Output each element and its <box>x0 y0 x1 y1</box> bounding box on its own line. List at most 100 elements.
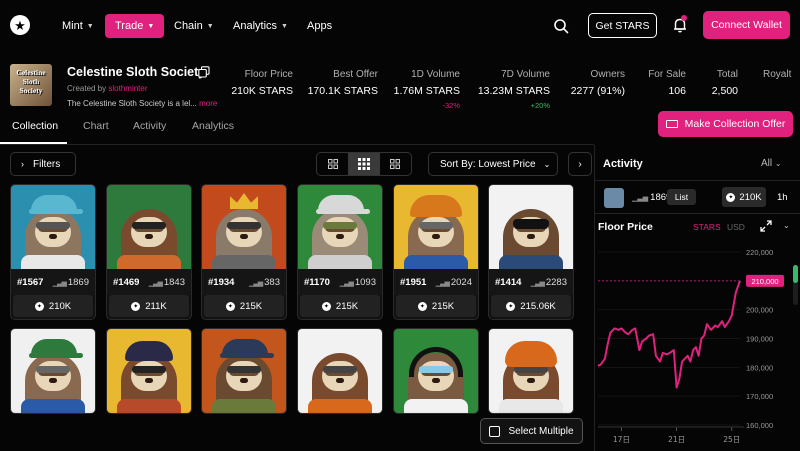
view-large-grid-button[interactable] <box>380 153 411 175</box>
y-tick-label: 200,000 <box>746 306 773 315</box>
sunglasses <box>36 222 70 229</box>
currency-stars-toggle[interactable]: STARS <box>693 222 721 232</box>
sloth-nose <box>145 378 153 383</box>
chevron-right-icon: › <box>21 159 24 169</box>
get-stars-button[interactable]: Get STARS <box>588 13 657 38</box>
nft-meta: #1951 ▁▃▅ 2024 <box>394 269 478 295</box>
nav-analytics-label: Analytics <box>233 20 278 32</box>
rank-bars-icon: ▁▃▅ <box>632 195 649 202</box>
chevron-down-icon: ▼ <box>86 22 94 30</box>
stat-owners: Owners 2277 (91%) <box>571 69 625 97</box>
sunglasses <box>132 366 166 373</box>
sloth-nose <box>240 234 248 239</box>
tab-activity[interactable]: Activity <box>133 120 166 132</box>
y-tick-label: 220,000 <box>746 248 773 257</box>
stat-value: 2,500 <box>711 85 738 97</box>
creator-link[interactable]: slothminter <box>108 84 147 93</box>
stat-value: 13.23M STARS <box>477 85 550 97</box>
nft-card[interactable]: #1951 ▁▃▅ 2024 ✦ 215K <box>393 184 479 320</box>
nft-price-button[interactable]: ✦ 215K <box>300 295 380 317</box>
nft-price-value: 211K <box>145 300 167 312</box>
nav-trade[interactable]: Trade ▼ <box>105 14 165 38</box>
activity-title: Activity <box>603 158 643 170</box>
nav-analytics[interactable]: Analytics ▼ <box>225 14 296 38</box>
nft-card[interactable] <box>393 328 479 414</box>
collection-tabs: Collection Chart Activity Analytics <box>0 112 600 142</box>
nft-price-button[interactable]: ✦ 210K <box>13 295 93 317</box>
chevron-down-icon: ▼ <box>281 22 288 30</box>
view-small-grid-button[interactable] <box>317 153 348 175</box>
sunglasses <box>227 366 261 373</box>
stat-7d-volume: 7D Volume 13.23M STARS +20% <box>478 69 550 110</box>
nft-card[interactable] <box>488 328 574 414</box>
sloth-nose <box>49 378 57 383</box>
stars-coin-icon: ✦ <box>506 301 516 311</box>
nft-price-value: 215.06K <box>520 300 556 312</box>
currency-usd-toggle[interactable]: USD <box>727 222 745 232</box>
y-tick-label: 180,000 <box>746 363 773 372</box>
tab-chart[interactable]: Chart <box>83 120 109 132</box>
nft-id: #1951 <box>400 276 427 288</box>
nft-card[interactable] <box>106 328 192 414</box>
select-multiple-button[interactable]: Select Multiple <box>480 418 583 444</box>
nft-card[interactable] <box>10 328 96 414</box>
search-icon[interactable] <box>552 17 570 35</box>
nft-image <box>489 185 573 269</box>
checkbox-icon <box>489 425 501 437</box>
stat-label: Total <box>716 69 738 80</box>
current-value-label: 210,000 <box>751 277 778 286</box>
copy-icon[interactable] <box>198 66 210 78</box>
nft-rank-value: 2024 <box>450 276 472 288</box>
sort-dropdown[interactable]: Sort By: Lowest Price ⌄ <box>428 152 558 176</box>
nav-mint[interactable]: Mint ▼ <box>54 14 102 38</box>
stat-floor-price: Floor Price 210K STARS <box>231 69 293 97</box>
nft-card[interactable]: #1567 ▁▃▅ 1869 ✦ 210K <box>10 184 96 320</box>
description-more-link[interactable]: more <box>199 99 217 108</box>
nav-apps[interactable]: Apps <box>299 14 340 38</box>
stars-coin-icon: ✦ <box>726 192 736 202</box>
nft-card[interactable]: #1170 ▁▃▅ 1093 ✦ 215K <box>297 184 383 320</box>
stars-coin-icon: ✦ <box>131 301 141 311</box>
floor-price-title: Floor Price <box>598 221 653 233</box>
nft-card[interactable]: #1469 ▁▃▅ 1843 ✦ 211K <box>106 184 192 320</box>
nft-card[interactable] <box>297 328 383 414</box>
nft-card[interactable]: #1934 ▁▃▅ 383 ✦ 215K <box>201 184 287 320</box>
nav-chain[interactable]: Chain ▼ <box>166 14 222 38</box>
stargaze-logo-icon[interactable]: ★ <box>10 15 30 35</box>
nft-image <box>11 329 95 413</box>
tab-analytics[interactable]: Analytics <box>192 120 234 132</box>
nft-price-button[interactable]: ✦ 215.06K <box>491 295 571 317</box>
filters-button[interactable]: › Filters <box>10 152 76 176</box>
stat-value: 1.76M STARS <box>393 85 460 97</box>
panel-toggle-button[interactable]: › <box>568 152 592 176</box>
expand-icon[interactable] <box>759 219 773 233</box>
stat-best-offer: Best Offer 170.1K STARS <box>308 69 378 97</box>
activity-filter-dropdown[interactable]: All ⌄ <box>761 158 782 169</box>
make-collection-offer-button[interactable]: Make Collection Offer <box>658 111 793 137</box>
chart-scrollbar[interactable] <box>793 265 798 305</box>
nft-price-button[interactable]: ✦ 211K <box>109 295 189 317</box>
activity-time: 1h <box>777 192 788 203</box>
activity-price: ✦ 210K <box>722 187 766 207</box>
chevron-down-icon[interactable]: ⌄ <box>783 221 790 230</box>
rank-bars-icon: ▁▃▅ <box>52 279 67 287</box>
collection-title: Celestine Sloth Society <box>67 65 206 79</box>
nft-price-button[interactable]: ✦ 215K <box>396 295 476 317</box>
sloth-shirt <box>499 255 563 269</box>
view-medium-grid-button[interactable] <box>348 153 380 175</box>
nft-meta: #1170 ▁▃▅ 1093 <box>298 269 382 295</box>
connect-wallet-button[interactable]: Connect Wallet <box>703 11 790 39</box>
x-tick-label: 25日 <box>723 435 740 444</box>
nft-image <box>202 185 286 269</box>
sloth-shirt <box>21 255 85 269</box>
active-tab-indicator <box>0 142 67 144</box>
tab-collection[interactable]: Collection <box>12 120 58 132</box>
nft-image <box>202 329 286 413</box>
nft-card[interactable] <box>201 328 287 414</box>
scrollbar-thumb[interactable] <box>793 265 798 283</box>
activity-nft-thumbnail[interactable] <box>604 188 624 208</box>
nft-price-button[interactable]: ✦ 215K <box>204 295 284 317</box>
nft-card[interactable]: #1414 ▁▃▅ 2283 ✦ 215.06K <box>488 184 574 320</box>
nav-apps-label: Apps <box>307 20 333 32</box>
stat-label: 1D Volume <box>411 69 460 80</box>
